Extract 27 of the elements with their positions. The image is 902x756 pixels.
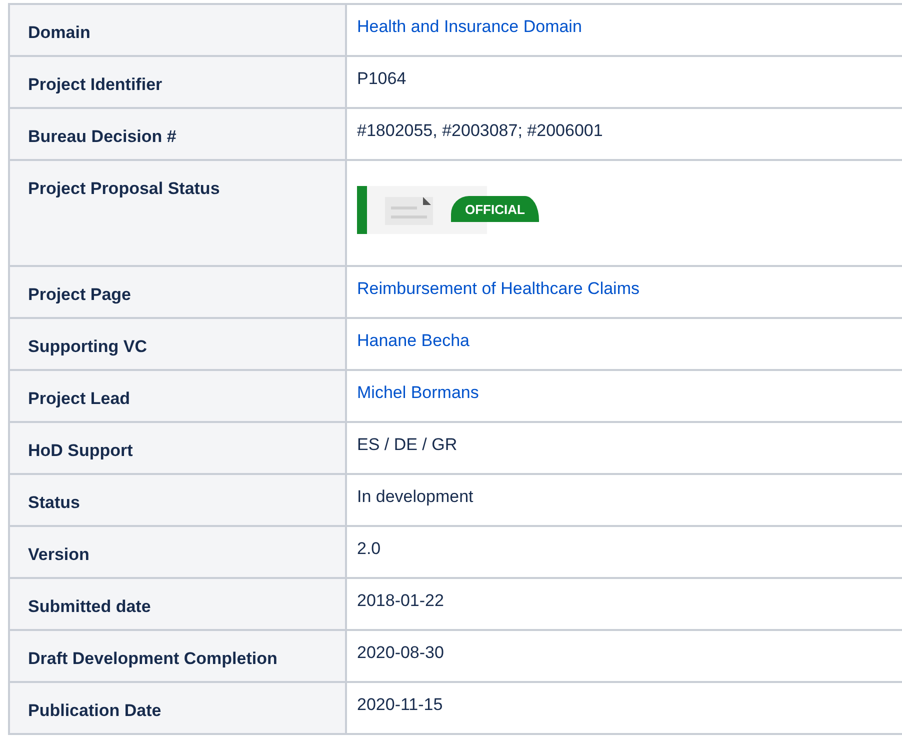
cell-text: In development: [357, 487, 474, 506]
status-badge: OFFICIAL: [451, 196, 539, 222]
cell-text: 2020-11-15: [357, 695, 443, 714]
row-label: Domain: [9, 4, 346, 56]
cell-text: P1064: [357, 69, 406, 88]
link[interactable]: Hanane Becha: [357, 331, 470, 350]
cell-text: ES / DE / GR: [357, 435, 458, 454]
row-label: Project Lead: [9, 370, 346, 422]
row-label: Publication Date: [9, 682, 346, 734]
row-label: Project Identifier: [9, 56, 346, 108]
cell-text: #1802055, #2003087; #2006001: [357, 121, 603, 140]
row-label: Supporting VC: [9, 318, 346, 370]
row-label: Submitted date: [9, 578, 346, 630]
row-label: Project Page: [9, 266, 346, 318]
row-label: Draft Development Completion: [9, 630, 346, 682]
row-label: Bureau Decision #: [9, 108, 346, 160]
row-label: HoD Support: [9, 422, 346, 474]
link[interactable]: Reimbursement of Healthcare Claims: [357, 279, 640, 298]
cell-text: 2.0: [357, 539, 381, 558]
link[interactable]: Health and Insurance Domain: [357, 17, 582, 36]
cell-text: 2020-08-30: [357, 643, 444, 662]
row-label: Version: [9, 526, 346, 578]
row-label: Status: [9, 474, 346, 526]
cell-text: 2018-01-22: [357, 591, 444, 610]
link[interactable]: Michel Bormans: [357, 383, 479, 402]
row-label: Project Proposal Status: [9, 160, 346, 266]
document-icon: [385, 195, 433, 225]
